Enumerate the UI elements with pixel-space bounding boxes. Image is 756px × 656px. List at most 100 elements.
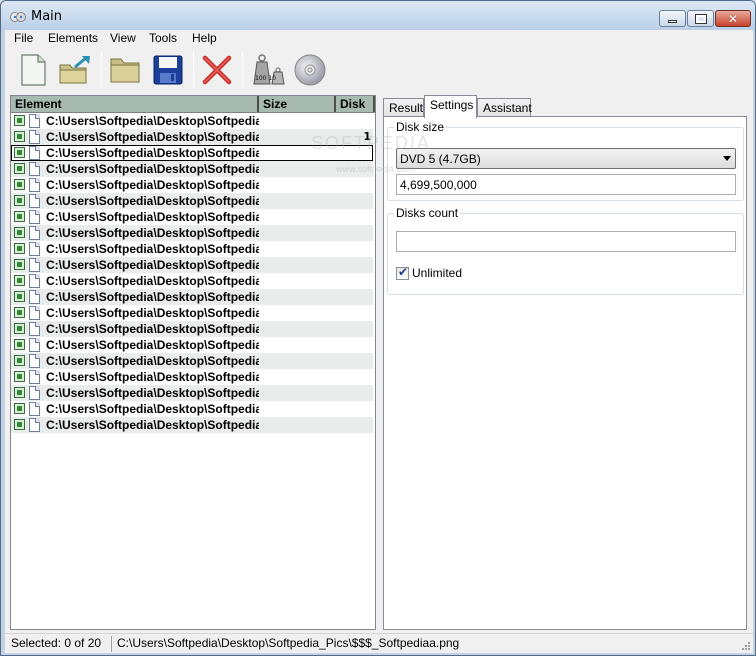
- save-button[interactable]: [150, 52, 186, 88]
- burn-button[interactable]: [292, 52, 328, 88]
- item-checkbox[interactable]: [14, 323, 25, 334]
- menu-tools[interactable]: Tools: [149, 31, 177, 45]
- item-path: C:\Users\Softpedia\Desktop\Softpedia_Pic…: [46, 162, 259, 176]
- list-item[interactable]: C:\Users\Softpedia\Desktop\Softpedia_Pic…: [11, 161, 373, 177]
- chevron-down-icon: [723, 156, 731, 161]
- menu-elements[interactable]: Elements: [48, 31, 98, 45]
- list-item[interactable]: C:\Users\Softpedia\Desktop\Softpedia_Pic…: [11, 289, 373, 305]
- item-checkbox[interactable]: [14, 195, 25, 206]
- item-checkbox[interactable]: [14, 131, 25, 142]
- list-item[interactable]: C:\Users\Softpedia\Desktop\Softpedia_Pic…: [11, 225, 373, 241]
- file-icon: [29, 354, 40, 368]
- item-path: C:\Users\Softpedia\Desktop\Softpedia_Pic…: [46, 306, 259, 320]
- item-checkbox[interactable]: [14, 387, 25, 398]
- list-item[interactable]: C:\Users\Softpedia\Desktop\Softpedia_Pic…: [11, 369, 373, 385]
- list-item[interactable]: C:\Users\Softpedia\Desktop\Softpedia_Pic…: [11, 273, 373, 289]
- item-path: C:\Users\Softpedia\Desktop\Softpedia_Pic…: [46, 210, 259, 224]
- item-checkbox[interactable]: [14, 179, 25, 190]
- item-checkbox[interactable]: [14, 355, 25, 366]
- disks-count-input[interactable]: [396, 231, 736, 252]
- unlimited-label: Unlimited: [412, 266, 463, 280]
- list-item[interactable]: C:\Users\Softpedia\Desktop\Softpedia_Pic…: [11, 177, 373, 193]
- menu-help[interactable]: Help: [192, 31, 217, 45]
- disk-size-select[interactable]: DVD 5 (4.7GB): [396, 148, 736, 169]
- item-checkbox[interactable]: [14, 163, 25, 174]
- item-path: C:\Users\Softpedia\Desktop\Softpedia_Pic…: [46, 386, 259, 400]
- disks-count-label: Disks count: [394, 206, 461, 220]
- file-icon: [29, 274, 40, 288]
- list-item[interactable]: C:\Users\Softpedia\Desktop\Softpedia_Pic…: [11, 241, 373, 257]
- file-icon: [29, 258, 40, 272]
- disc-icon: [294, 54, 326, 86]
- list-item[interactable]: C:\Users\Softpedia\Desktop\Softpedia_Pic…: [11, 209, 373, 225]
- list-item[interactable]: C:\Users\Softpedia\Desktop\Softpedia_Pic…: [11, 353, 373, 369]
- app-icon: [10, 12, 26, 22]
- delete-icon: [202, 55, 232, 85]
- weights-button[interactable]: 100 10: [249, 52, 285, 88]
- file-icon: [29, 402, 40, 416]
- list-item[interactable]: C:\Users\Softpedia\Desktop\Softpedia_Pic…: [11, 305, 373, 321]
- item-checkbox[interactable]: [14, 275, 25, 286]
- window-title: Main: [31, 9, 63, 24]
- list-item[interactable]: C:\Users\Softpedia\Desktop\Softpedia_Pic…: [11, 321, 373, 337]
- item-checkbox[interactable]: [14, 147, 25, 158]
- checkbox-box[interactable]: ✔: [396, 265, 409, 280]
- elements-list[interactable]: Element Size Disk C:\Users\Softpedia\Des…: [10, 95, 376, 630]
- column-header-size[interactable]: Size: [259, 96, 336, 112]
- disk-size-label: Disk size: [394, 120, 447, 134]
- file-icon: [29, 178, 40, 192]
- check-icon: ✔: [398, 265, 409, 279]
- item-checkbox[interactable]: [14, 307, 25, 318]
- maximize-button[interactable]: [687, 10, 714, 27]
- tab-result[interactable]: Result: [383, 98, 424, 117]
- item-checkbox[interactable]: [14, 211, 25, 222]
- resize-grip-icon[interactable]: [741, 641, 751, 651]
- tab-assistant[interactable]: Assistant: [477, 98, 532, 117]
- item-checkbox[interactable]: [14, 291, 25, 302]
- column-header-disk[interactable]: Disk: [336, 96, 375, 112]
- item-checkbox[interactable]: [14, 403, 25, 414]
- settings-tab-content: Disk size DVD 5 (4.7GB) 4,699,500,000 Di…: [383, 116, 747, 630]
- item-checkbox[interactable]: [14, 243, 25, 254]
- item-checkbox[interactable]: [14, 339, 25, 350]
- new-button[interactable]: [15, 52, 51, 88]
- open-folder-button[interactable]: [107, 52, 143, 88]
- menu-view[interactable]: View: [110, 31, 136, 45]
- file-icon: [29, 210, 40, 224]
- item-path: C:\Users\Softpedia\Desktop\Softpedia_Pic…: [46, 178, 259, 192]
- item-path: C:\Users\Softpedia\Desktop\Softpedia_Pic…: [46, 194, 259, 208]
- item-checkbox[interactable]: [14, 371, 25, 382]
- list-item[interactable]: C:\Users\Softpedia\Desktop\Softpedia_Pic…: [11, 113, 373, 129]
- item-path: C:\Users\Softpedia\Desktop\Softpedia_Pic…: [46, 418, 259, 432]
- file-icon: [29, 114, 40, 128]
- item-path: C:\Users\Softpedia\Desktop\Softpedia_Pic…: [46, 146, 259, 160]
- export-button[interactable]: [57, 52, 93, 88]
- menu-file[interactable]: File: [14, 31, 33, 45]
- item-checkbox[interactable]: [14, 227, 25, 238]
- title-bar[interactable]: Main ✕: [1, 1, 755, 31]
- minimize-button[interactable]: [659, 10, 686, 27]
- status-current-file: C:\Users\Softpedia\Desktop\Softpedia_Pic…: [117, 636, 460, 650]
- item-checkbox[interactable]: [14, 259, 25, 270]
- list-item[interactable]: C:\Users\Softpedia\Desktop\Softpedia_Pic…: [11, 385, 373, 401]
- item-checkbox[interactable]: [14, 419, 25, 430]
- item-checkbox[interactable]: [14, 115, 25, 126]
- list-item[interactable]: C:\Users\Softpedia\Desktop\Softpedia_Pic…: [11, 417, 373, 433]
- column-header-element[interactable]: Element: [11, 96, 259, 112]
- item-path: C:\Users\Softpedia\Desktop\Softpedia_Pic…: [46, 290, 259, 304]
- list-item[interactable]: C:\Users\Softpedia\Desktop\Softpedia_Pic…: [11, 193, 373, 209]
- tab-settings[interactable]: Settings: [424, 95, 477, 118]
- list-item[interactable]: C:\Users\Softpedia\Desktop\Softpedia_Pic…: [11, 337, 373, 353]
- file-icon: [29, 370, 40, 384]
- svg-text:100 10: 100 10: [255, 75, 276, 82]
- list-item[interactable]: C:\Users\Softpedia\Desktop\Softpedia_Pic…: [11, 257, 373, 273]
- list-item[interactable]: C:\Users\Softpedia\Desktop\Softpedia_Pic…: [11, 145, 373, 161]
- file-icon: [29, 226, 40, 240]
- list-item[interactable]: C:\Users\Softpedia\Desktop\Softpedia_Pic…: [11, 129, 373, 145]
- disk-size-bytes-input[interactable]: 4,699,500,000: [396, 174, 736, 195]
- delete-button[interactable]: [199, 52, 235, 88]
- close-button[interactable]: ✕: [715, 10, 751, 27]
- file-icon: [29, 194, 40, 208]
- list-item[interactable]: C:\Users\Softpedia\Desktop\Softpedia_Pic…: [11, 401, 373, 417]
- toolbar: 100 10: [5, 48, 753, 92]
